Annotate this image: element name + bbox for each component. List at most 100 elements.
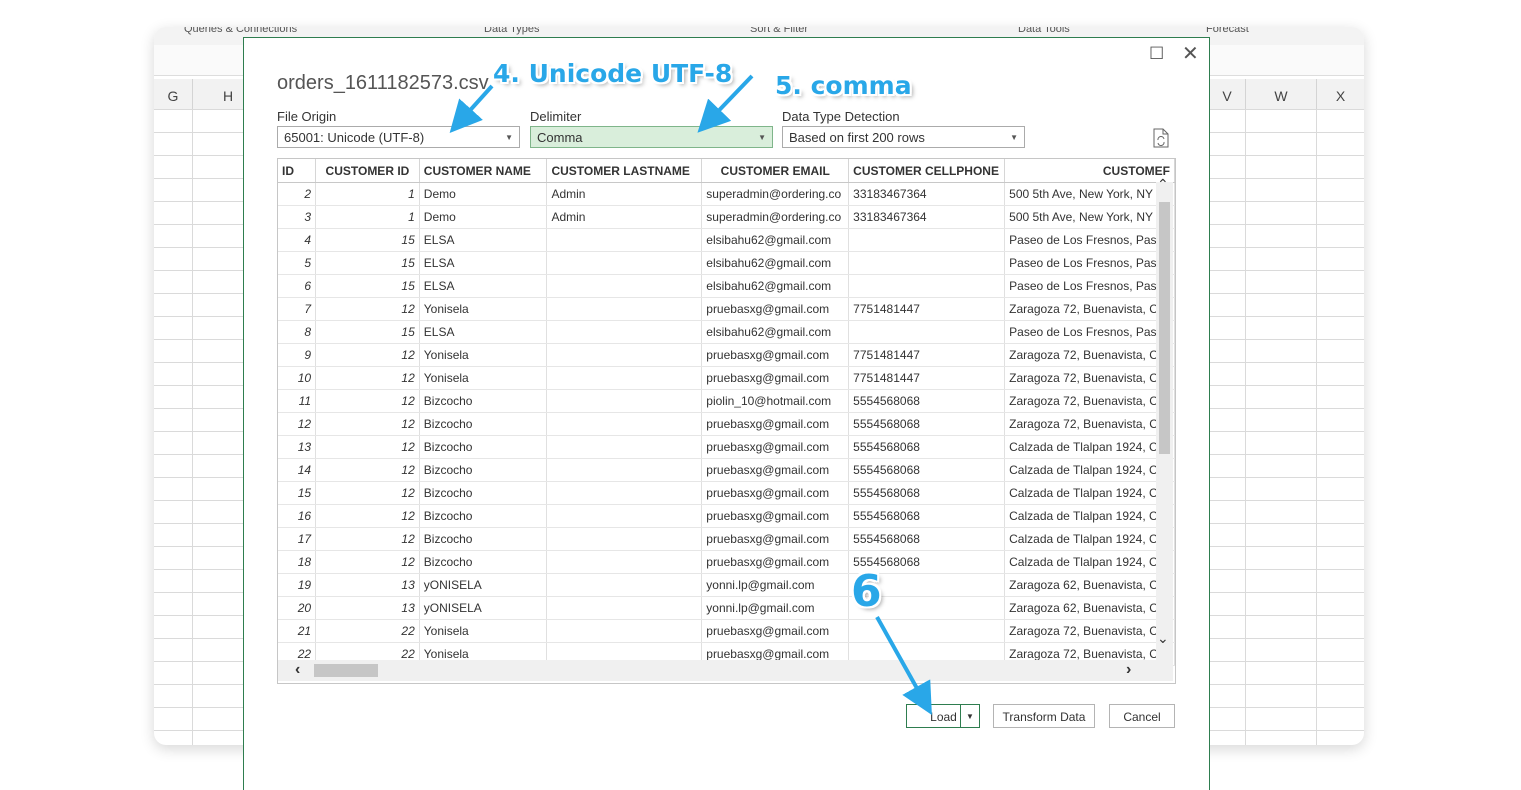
table-cell[interactable] [546, 458, 703, 482]
table-cell[interactable]: pruebasxg@gmail.com [701, 504, 850, 528]
table-cell[interactable]: 6 [278, 274, 317, 298]
table-cell[interactable]: 5554568068 [848, 527, 1006, 551]
table-cell[interactable]: yONISELA [419, 573, 548, 597]
table-cell[interactable]: elsibahu62@gmail.com [701, 274, 850, 298]
table-cell[interactable]: superadmin@ordering.co [701, 182, 850, 206]
column-header[interactable]: CUSTOMER LASTNAME [546, 159, 703, 183]
table-cell[interactable]: Zaragoza 72, Buenavista, C [1004, 619, 1175, 643]
table-cell[interactable]: Zaragoza 72, Buenavista, C [1004, 297, 1175, 321]
table-cell[interactable]: Bizcocho [419, 504, 548, 528]
table-cell[interactable]: 21 [278, 619, 317, 643]
table-cell[interactable]: Admin [546, 205, 703, 229]
table-cell[interactable]: 8 [278, 320, 317, 344]
table-cell[interactable]: 18 [278, 550, 317, 574]
table-cell[interactable] [546, 504, 703, 528]
table-cell[interactable]: 15 [315, 251, 420, 275]
column-header[interactable]: CUSTOMER EMAIL [701, 159, 850, 183]
table-cell[interactable] [546, 297, 703, 321]
table-cell[interactable]: Zaragoza 62, Buenavista, C [1004, 596, 1175, 620]
close-icon[interactable]: ✕ [1182, 41, 1199, 66]
table-cell[interactable]: Zaragoza 72, Buenavista, C [1004, 366, 1175, 390]
table-cell[interactable]: ELSA [419, 228, 548, 252]
table-cell[interactable]: Bizcocho [419, 527, 548, 551]
table-cell[interactable] [546, 412, 703, 436]
table-cell[interactable]: pruebasxg@gmail.com [701, 481, 850, 505]
table-cell[interactable]: 13 [315, 596, 420, 620]
table-cell[interactable]: Zaragoza 72, Buenavista, C [1004, 412, 1175, 436]
table-cell[interactable]: 5554568068 [848, 458, 1006, 482]
table-cell[interactable] [546, 343, 703, 367]
table-cell[interactable]: 7751481447 [848, 366, 1006, 390]
table-cell[interactable]: Bizcocho [419, 412, 548, 436]
table-cell[interactable]: superadmin@ordering.co [701, 205, 850, 229]
column-header-g[interactable]: G [154, 79, 193, 110]
table-cell[interactable]: Paseo de Los Fresnos, Pase [1004, 228, 1175, 252]
table-cell[interactable]: 33183467364 [848, 205, 1006, 229]
table-cell[interactable]: Demo [419, 205, 548, 229]
table-cell[interactable]: 7751481447 [848, 297, 1006, 321]
table-cell[interactable]: 12 [315, 481, 420, 505]
table-cell[interactable] [848, 274, 1006, 298]
column-header[interactable]: CUSTOMEF [1004, 159, 1175, 183]
table-cell[interactable]: 1 [315, 205, 420, 229]
table-cell[interactable]: elsibahu62@gmail.com [701, 228, 850, 252]
table-cell[interactable] [848, 619, 1006, 643]
table-cell[interactable]: Demo [419, 182, 548, 206]
table-cell[interactable]: 12 [315, 527, 420, 551]
table-cell[interactable]: 5554568068 [848, 412, 1006, 436]
maximize-icon[interactable]: ☐ [1149, 44, 1164, 64]
table-cell[interactable]: Bizcocho [419, 458, 548, 482]
table-cell[interactable]: 12 [315, 504, 420, 528]
table-cell[interactable]: yonni.lp@gmail.com [701, 573, 850, 597]
table-cell[interactable]: 5554568068 [848, 435, 1006, 459]
table-cell[interactable] [546, 596, 703, 620]
table-cell[interactable]: Paseo de Los Fresnos, Pase [1004, 274, 1175, 298]
table-cell[interactable] [546, 274, 703, 298]
table-cell[interactable]: Calzada de Tlalpan 1924, C [1004, 435, 1175, 459]
column-header-w[interactable]: W [1246, 79, 1317, 110]
table-cell[interactable]: 17 [278, 527, 317, 551]
table-cell[interactable]: 9 [278, 343, 317, 367]
table-cell[interactable]: Calzada de Tlalpan 1924, C [1004, 481, 1175, 505]
table-cell[interactable]: 5 [278, 251, 317, 275]
table-cell[interactable]: 13 [315, 573, 420, 597]
table-cell[interactable]: yonni.lp@gmail.com [701, 596, 850, 620]
table-cell[interactable]: pruebasxg@gmail.com [701, 619, 850, 643]
table-cell[interactable]: 15 [315, 228, 420, 252]
table-cell[interactable]: 7751481447 [848, 343, 1006, 367]
table-cell[interactable]: 5554568068 [848, 504, 1006, 528]
column-header[interactable]: CUSTOMER ID [315, 159, 420, 183]
table-cell[interactable]: 16 [278, 504, 317, 528]
refresh-file-icon[interactable] [1153, 128, 1169, 148]
column-header[interactable]: ID [278, 159, 317, 183]
table-cell[interactable]: 5554568068 [848, 389, 1006, 413]
data-type-detection-select[interactable]: Based on first 200 rows ▼ [782, 126, 1025, 148]
table-cell[interactable]: pruebasxg@gmail.com [701, 412, 850, 436]
horizontal-scroll-thumb[interactable] [314, 664, 378, 677]
table-cell[interactable] [546, 366, 703, 390]
table-cell[interactable]: pruebasxg@gmail.com [701, 435, 850, 459]
table-cell[interactable]: 12 [315, 412, 420, 436]
table-cell[interactable] [546, 320, 703, 344]
table-cell[interactable]: 20 [278, 596, 317, 620]
table-cell[interactable]: Paseo de Los Fresnos, Pase [1004, 320, 1175, 344]
table-cell[interactable]: 5554568068 [848, 481, 1006, 505]
delimiter-select[interactable]: Comma ▼ [530, 126, 773, 148]
table-cell[interactable]: elsibahu62@gmail.com [701, 320, 850, 344]
table-cell[interactable] [546, 251, 703, 275]
table-cell[interactable]: Zaragoza 72, Buenavista, C [1004, 389, 1175, 413]
table-cell[interactable]: Yonisela [419, 366, 548, 390]
scroll-right-icon[interactable]: › [1126, 661, 1131, 679]
table-cell[interactable] [848, 320, 1006, 344]
table-cell[interactable]: 15 [315, 274, 420, 298]
scroll-up-icon[interactable]: ⌃ [1157, 176, 1169, 193]
table-cell[interactable]: 33183467364 [848, 182, 1006, 206]
table-cell[interactable]: ELSA [419, 320, 548, 344]
table-cell[interactable]: Bizcocho [419, 435, 548, 459]
file-origin-select[interactable]: 65001: Unicode (UTF-8) ▼ [277, 126, 520, 148]
table-cell[interactable]: Yonisela [419, 343, 548, 367]
table-cell[interactable]: yONISELA [419, 596, 548, 620]
table-cell[interactable]: 12 [315, 458, 420, 482]
table-cell[interactable]: Yonisela [419, 297, 548, 321]
table-cell[interactable]: Paseo de Los Fresnos, Pase [1004, 251, 1175, 275]
